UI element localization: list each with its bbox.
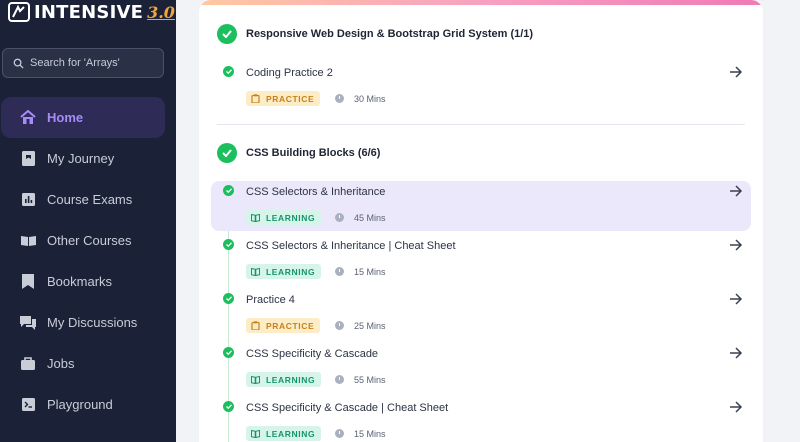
check-circle-icon — [223, 401, 234, 412]
terminal-icon — [20, 397, 36, 413]
item-title: CSS Specificity & Cascade | Cheat Sheet — [246, 402, 449, 414]
list-item[interactable]: Practice 4 PRACTICE 25 Mins — [211, 289, 751, 339]
sidebar-item-label: Bookmarks — [47, 274, 113, 289]
clipboard-icon — [251, 94, 260, 103]
clock-icon — [335, 94, 344, 103]
section-title: CSS Building Blocks (6/6) — [246, 147, 381, 159]
item-title: CSS Specificity & Cascade — [246, 348, 379, 360]
sidebar-item-my-discussions[interactable]: My Discussions — [0, 302, 176, 343]
sidebar-item-label: My Discussions — [47, 315, 138, 330]
journey-icon — [20, 151, 36, 167]
course-content-card: Responsive Web Design & Bootstrap Grid S… — [199, 0, 763, 442]
sidebar: INTENSIVE 3.0 Home My Journey Course Exa… — [0, 0, 176, 442]
practice-badge: PRACTICE — [246, 91, 321, 106]
book-open-icon — [251, 267, 260, 276]
search-icon — [13, 58, 24, 69]
discussion-icon — [20, 315, 36, 331]
learning-badge: LEARNING — [246, 264, 322, 279]
search-input[interactable] — [30, 57, 160, 69]
check-circle-icon — [223, 347, 234, 358]
bookmark-icon — [20, 274, 36, 290]
sidebar-nav: Home My Journey Course Exams Other Cours… — [0, 97, 176, 425]
duration: 30 Mins — [335, 91, 386, 106]
book-open-icon — [251, 375, 260, 384]
clock-icon — [335, 321, 344, 330]
clipboard-icon — [251, 321, 260, 330]
card-top-accent — [199, 0, 763, 5]
sidebar-item-my-journey[interactable]: My Journey — [0, 138, 176, 179]
duration: 55 Mins — [335, 372, 386, 387]
sidebar-item-label: My Journey — [47, 151, 115, 166]
learning-badge: LEARNING — [246, 210, 322, 225]
learning-badge: LEARNING — [246, 426, 322, 441]
practice-badge: PRACTICE — [246, 318, 321, 333]
arrow-right-icon[interactable] — [729, 185, 743, 197]
arrow-right-icon[interactable] — [729, 66, 743, 78]
logo-text: INTENSIVE — [34, 1, 144, 23]
arrow-right-icon[interactable] — [729, 347, 743, 359]
duration: 15 Mins — [335, 264, 386, 279]
list-item[interactable]: CSS Selectors & Inheritance LEARNING 45 … — [211, 181, 751, 231]
arrow-right-icon[interactable] — [729, 401, 743, 413]
check-circle-icon — [217, 143, 237, 163]
briefcase-icon — [20, 356, 36, 372]
sidebar-item-jobs[interactable]: Jobs — [0, 343, 176, 384]
sidebar-item-other-courses[interactable]: Other Courses — [0, 220, 176, 261]
book-open-icon — [251, 429, 260, 438]
duration: 15 Mins — [335, 426, 386, 441]
chart-icon — [20, 192, 36, 208]
clock-icon — [335, 375, 344, 384]
item-title: CSS Selectors & Inheritance | Cheat Shee… — [246, 240, 456, 252]
book-open-icon — [251, 213, 260, 222]
learning-badge: LEARNING — [246, 372, 322, 387]
arrow-right-icon[interactable] — [729, 239, 743, 251]
sidebar-item-course-exams[interactable]: Course Exams — [0, 179, 176, 220]
clock-icon — [335, 213, 344, 222]
check-circle-icon — [223, 185, 234, 196]
sidebar-item-bookmarks[interactable]: Bookmarks — [0, 261, 176, 302]
duration: 25 Mins — [335, 318, 386, 333]
arrow-right-icon[interactable] — [729, 293, 743, 305]
list-item[interactable]: CSS Specificity & Cascade LEARNING 55 Mi… — [211, 343, 751, 393]
item-title: CSS Selectors & Inheritance — [246, 186, 386, 198]
list-item[interactable]: Coding Practice 2 PRACTICE 30 Mins — [211, 62, 751, 112]
logo-mark-icon — [8, 2, 30, 22]
check-circle-icon — [217, 24, 237, 44]
item-title: Coding Practice 2 — [246, 67, 333, 79]
search-box[interactable] — [2, 48, 164, 78]
section-title: Responsive Web Design & Bootstrap Grid S… — [246, 28, 534, 40]
check-circle-icon — [223, 293, 234, 304]
home-icon — [20, 110, 36, 126]
item-title: Practice 4 — [246, 294, 295, 306]
sidebar-item-label: Playground — [47, 397, 113, 412]
logo-version: 3.0 — [147, 2, 175, 22]
sidebar-item-label: Home — [47, 110, 84, 125]
check-circle-icon — [223, 66, 234, 77]
list-item[interactable]: CSS Specificity & Cascade | Cheat Sheet … — [211, 397, 751, 442]
sidebar-item-label: Jobs — [47, 356, 75, 371]
sidebar-item-label: Other Courses — [47, 233, 132, 248]
sidebar-item-playground[interactable]: Playground — [0, 384, 176, 425]
section-divider — [217, 124, 745, 125]
section-header[interactable]: CSS Building Blocks (6/6) — [217, 143, 380, 163]
sidebar-item-label: Course Exams — [47, 192, 133, 207]
sidebar-item-home[interactable]: Home — [1, 97, 165, 138]
duration: 45 Mins — [335, 210, 386, 225]
book-icon — [20, 233, 36, 249]
list-item[interactable]: CSS Selectors & Inheritance | Cheat Shee… — [211, 235, 751, 285]
clock-icon — [335, 429, 344, 438]
clock-icon — [335, 267, 344, 276]
check-circle-icon — [223, 239, 234, 250]
section-header[interactable]: Responsive Web Design & Bootstrap Grid S… — [217, 24, 533, 44]
app-logo[interactable]: INTENSIVE 3.0 — [8, 0, 175, 24]
